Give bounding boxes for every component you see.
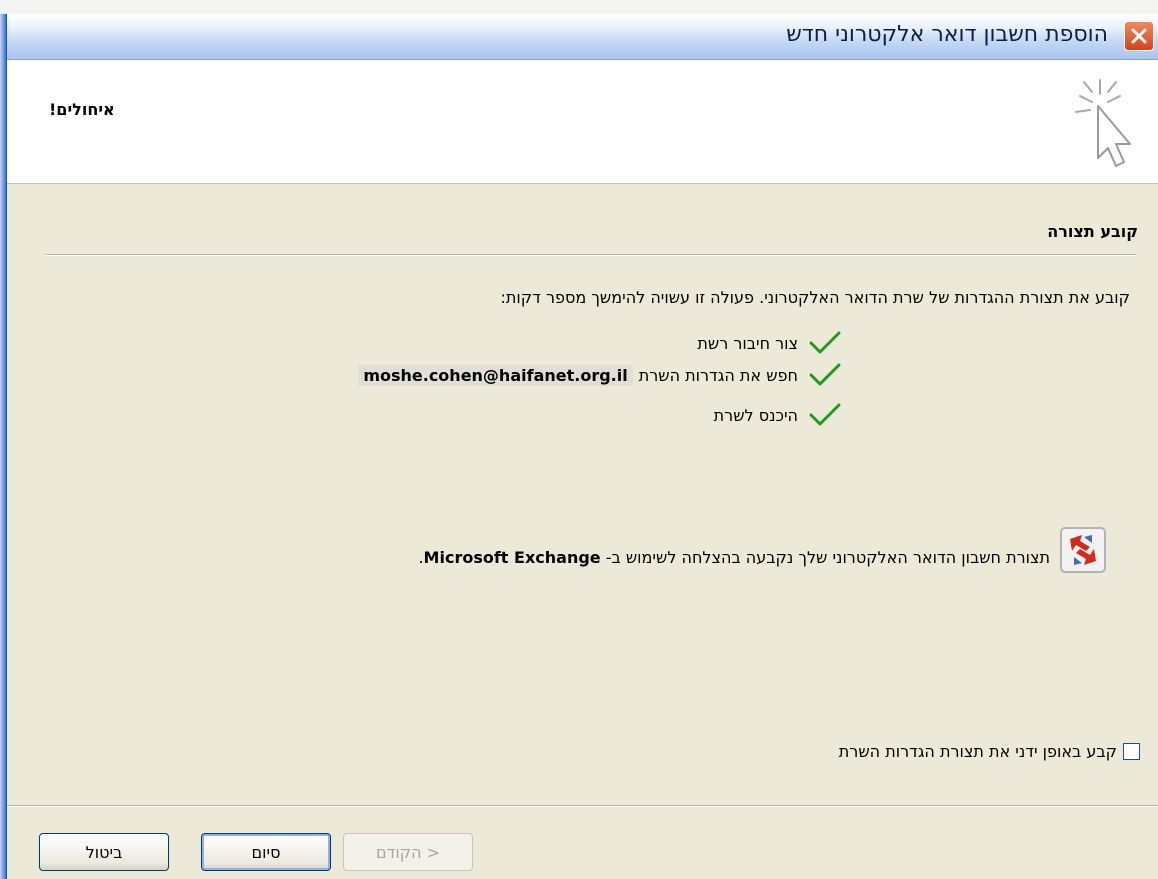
step-log-on-server: היכנס לשרת: [714, 400, 842, 430]
window-title: הוספת חשבון דואר אלקטרוני חדש: [786, 22, 1108, 47]
step-label: חפש את הגדרות השרת: [638, 365, 798, 385]
close-button[interactable]: [1124, 21, 1154, 51]
intro-text: קובע את תצורת ההגדרות של שרת הדואר האלקט…: [500, 288, 1130, 307]
close-icon: [1131, 28, 1147, 44]
step-network-connection: צור חיבור רשת: [697, 328, 842, 358]
add-account-dialog: הוספת חשבון דואר אלקטרוני חדש איחולים! ק…: [6, 14, 1158, 879]
wizard-cursor-icon: [1075, 79, 1131, 167]
checkmark-icon: [809, 331, 841, 354]
header-title: איחולים!: [49, 100, 115, 119]
account-email: moshe.cohen@haifanet.org.il: [358, 364, 633, 386]
back-button[interactable]: < הקודם: [343, 833, 473, 871]
manual-config-option[interactable]: קבע באופן ידני את תצורת הגדרות השרת: [839, 742, 1140, 761]
step-search-server: חפש את הגדרות השרת moshe.cohen@haifanet.…: [358, 360, 842, 390]
step-label: צור חיבור רשת: [697, 333, 798, 353]
section-divider: [45, 254, 1137, 256]
result-product: Microsoft Exchange: [423, 548, 601, 567]
title-bar[interactable]: הוספת חשבון דואר אלקטרוני חדש: [7, 14, 1158, 60]
result-message: תצורת חשבון הדואר האלקטרוני שלך נקבעה בה…: [418, 548, 1050, 567]
checkmark-icon: [809, 363, 841, 386]
finish-button[interactable]: סיום: [201, 833, 331, 871]
section-title: קובע תצורה: [1047, 222, 1138, 241]
header-panel: איחולים!: [7, 60, 1158, 184]
button-area-divider: [7, 805, 1158, 807]
manual-config-label[interactable]: קבע באופן ידני את תצורת הגדרות השרת: [839, 742, 1117, 761]
desktop-background-strip: [0, 0, 1158, 14]
result-text: תצורת חשבון הדואר האלקטרוני שלך נקבעה בה…: [605, 548, 1050, 567]
cancel-button[interactable]: ביטול: [39, 833, 169, 871]
checkmark-icon: [809, 403, 841, 426]
step-label: היכנס לשרת: [713, 405, 798, 425]
manual-config-checkbox[interactable]: [1123, 743, 1140, 760]
exchange-icon: [1060, 527, 1106, 573]
